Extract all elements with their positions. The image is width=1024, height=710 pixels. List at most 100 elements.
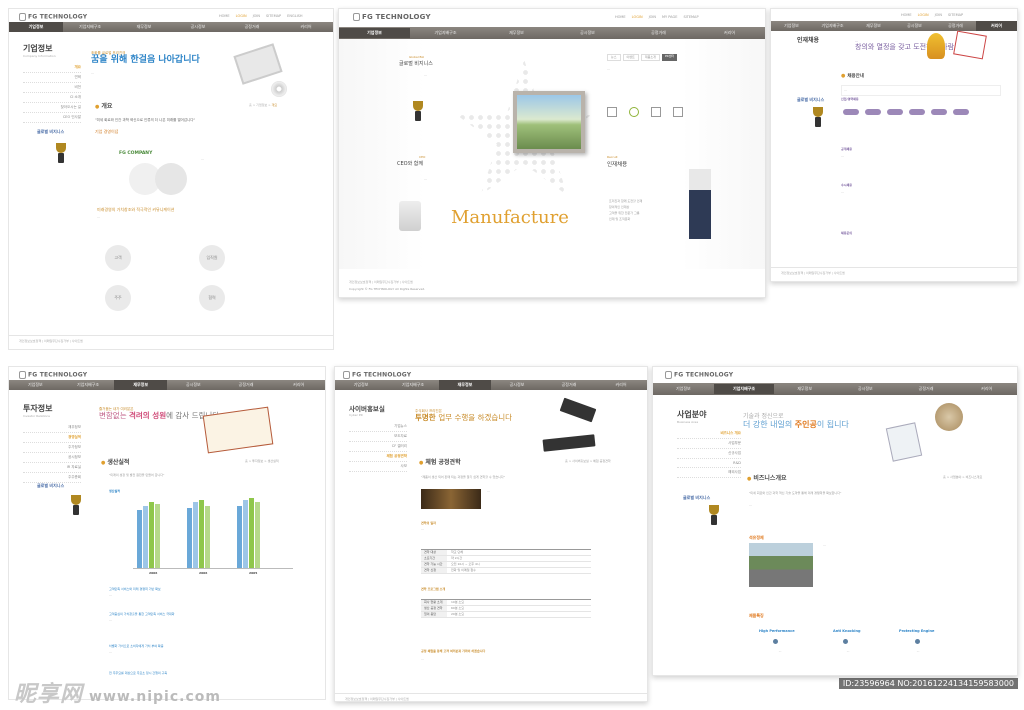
nav-item[interactable]: 공시정보 <box>835 384 896 394</box>
calendar-icon[interactable] <box>673 107 683 117</box>
sidebar-item[interactable]: IR 자료실 <box>23 463 81 473</box>
side2-small: CEO <box>419 155 426 159</box>
nav-item[interactable]: 기업지배구조 <box>387 380 439 390</box>
tab-news[interactable]: 뉴스 <box>607 54 621 61</box>
sidebar-item[interactable]: 해외사업 <box>677 468 741 478</box>
nav-item[interactable]: 공정거래 <box>543 380 595 390</box>
chart-bar <box>149 502 154 568</box>
nav-item[interactable]: 기업지배구조 <box>62 380 115 390</box>
nav-item[interactable]: 기업지배구조 <box>410 28 481 38</box>
nav-item[interactable]: 기업정보 <box>653 384 714 394</box>
recruit-item[interactable]: 창의적인 인재상 <box>609 205 629 210</box>
nav-item[interactable]: 기업정보 <box>9 380 62 390</box>
global-biz-badge[interactable]: 글로벌 비지니스 <box>37 129 64 135</box>
circle-partner: 협력 <box>199 285 225 311</box>
nav-item[interactable]: 재무정보 <box>853 21 894 31</box>
sidebar-item[interactable]: 신규사업 <box>677 449 741 459</box>
recruit-item[interactable]: 고객을 위한 전문가 그룹 <box>609 211 639 216</box>
nav-item[interactable]: 공정거래 <box>935 21 976 31</box>
nav-item[interactable]: 재무정보 <box>117 22 171 32</box>
chart-bar <box>243 500 248 568</box>
sidebar-item[interactable]: R&D <box>677 459 741 468</box>
nav-item[interactable]: 공정거래 <box>896 384 957 394</box>
main-nav: 기업정보 기업지배구조 재무정보 공시정보 공정거래 커리어 <box>653 383 1017 395</box>
nav-item[interactable]: 기업지배구조 <box>713 384 775 394</box>
nav-item[interactable]: 공정거래 <box>220 380 273 390</box>
nav-item[interactable]: 공시정보 <box>491 380 543 390</box>
nav-item[interactable]: 커리어 <box>595 380 647 390</box>
sidebar-item[interactable]: CI 소개 <box>23 93 81 103</box>
sidebar-item[interactable]: CEO 인사말 <box>23 113 81 123</box>
nav-item[interactable]: 기업지배구조 <box>812 21 853 31</box>
sidebar-item[interactable]: 비즈니스 개요 <box>677 429 741 439</box>
chart-bar <box>249 498 254 568</box>
sidebar-item[interactable]: 주주총회 <box>23 473 81 483</box>
logo[interactable]: FG TECHNOLOGY <box>353 13 431 21</box>
recruit-item[interactable]: 프리진과 함께 도전할 인재 <box>609 199 642 204</box>
nav-item[interactable]: 공정거래 <box>225 22 279 32</box>
hero-text: 조화를 글로벌 프리진의 꿈을 위해 한걸음 나아갑니다 <box>91 51 200 66</box>
logo[interactable]: FG TECHNOLOGY <box>665 371 733 379</box>
recruit-text: ... <box>841 190 844 194</box>
sidebar-item[interactable]: 공시정보 <box>23 453 81 463</box>
logo[interactable]: FG TECHNOLOGY <box>19 13 87 21</box>
sidebar-item[interactable]: 사업부문 <box>677 439 741 449</box>
nav-item[interactable]: 공시정보 <box>894 21 935 31</box>
nav-item[interactable]: 기업정보 <box>335 380 387 390</box>
global-biz-badge[interactable]: 글로벌 비지니스 <box>683 495 710 501</box>
sidebar-item[interactable]: 재무정보 <box>23 423 81 433</box>
nav-item[interactable]: 공시정보 <box>167 380 220 390</box>
nav-item[interactable]: 공시정보 <box>171 22 225 32</box>
document-icon[interactable] <box>607 107 617 117</box>
sidebar-item[interactable]: 비전 <box>23 83 81 93</box>
recruit-text: ... <box>841 154 844 158</box>
tab-pr[interactable]: PR센터 <box>661 54 678 61</box>
sidebar-item[interactable]: 기업뉴스 <box>349 422 407 432</box>
sidebar-item[interactable]: CF 갤러리 <box>349 442 407 452</box>
nav-item[interactable]: 커리어 <box>279 22 333 32</box>
nav-item[interactable]: 재무정보 <box>114 380 168 390</box>
table-row: 질의 응답 20분 소요 <box>421 612 591 618</box>
panel-cyber-pr: FG TECHNOLOGY 기업정보 기업지배구조 재무정보 공시정보 공정거래… <box>334 366 648 702</box>
global-biz-badge[interactable]: 글로벌 비지니스 <box>797 97 824 103</box>
logo[interactable]: FG TECHNOLOGY <box>343 371 411 379</box>
search-icon[interactable] <box>629 107 639 117</box>
side1-title[interactable]: 글로벌 비지니스 <box>399 61 433 69</box>
trophy-icon <box>411 101 425 123</box>
sidebar-item[interactable]: 찾아오시는 길 <box>23 103 81 113</box>
copyright: Copyright © FG TECHNOLOGY All Rights Res… <box>349 287 426 291</box>
recruit-title[interactable]: 인재채용 <box>607 161 627 169</box>
step-3 <box>887 109 903 115</box>
sidebar-item[interactable]: 경영실적 <box>23 433 81 443</box>
sidebar-item[interactable]: 보도자료 <box>349 432 407 442</box>
nav-item[interactable]: 커리어 <box>956 384 1017 394</box>
nav-item[interactable]: 커리어 <box>272 380 325 390</box>
nav-item[interactable]: 공정거래 <box>623 28 694 38</box>
nav-item[interactable]: 커리어 <box>976 21 1017 31</box>
nav-item[interactable]: 재무정보 <box>481 28 552 38</box>
tab-events[interactable]: 이벤트 <box>622 54 639 61</box>
point-text: ... <box>109 618 112 622</box>
nav-item[interactable]: 기업지배구조 <box>63 22 117 32</box>
sub-title: 석유정제 <box>749 535 764 540</box>
nav-item[interactable]: 기업정보 <box>771 21 812 31</box>
nav-item[interactable]: 커리어 <box>694 28 765 38</box>
global-biz-badge[interactable]: 글로벌 비지니스 <box>37 483 64 489</box>
sidebar-item[interactable]: 연혁 <box>23 73 81 83</box>
sidebar-item[interactable]: 사보 <box>349 462 407 472</box>
nav-item[interactable]: 기업정보 <box>339 28 410 38</box>
recruit-item[interactable]: 인재 및 조직문화 <box>609 217 630 222</box>
side2-title[interactable]: CEO와 함께 <box>397 161 423 169</box>
main-nav: 기업정보 기업지배구조 재무정보 공시정보 공정거래 커리어 <box>9 380 325 390</box>
nav-item[interactable]: 기업정보 <box>9 22 63 32</box>
sidebar-item[interactable]: 개요 <box>23 63 81 73</box>
logo[interactable]: FG TECHNOLOGY <box>19 371 87 379</box>
sidebar-item[interactable]: 주가정보 <box>23 443 81 453</box>
sidebar-item[interactable]: 체험 공정견학 <box>349 452 407 462</box>
tab-products[interactable]: 제품소개 <box>640 54 660 61</box>
chart-bar <box>143 506 148 568</box>
nav-item[interactable]: 재무정보 <box>439 380 491 390</box>
edit-icon[interactable] <box>651 107 661 117</box>
nav-item[interactable]: 공시정보 <box>552 28 623 38</box>
nav-item[interactable]: 재무정보 <box>774 384 835 394</box>
